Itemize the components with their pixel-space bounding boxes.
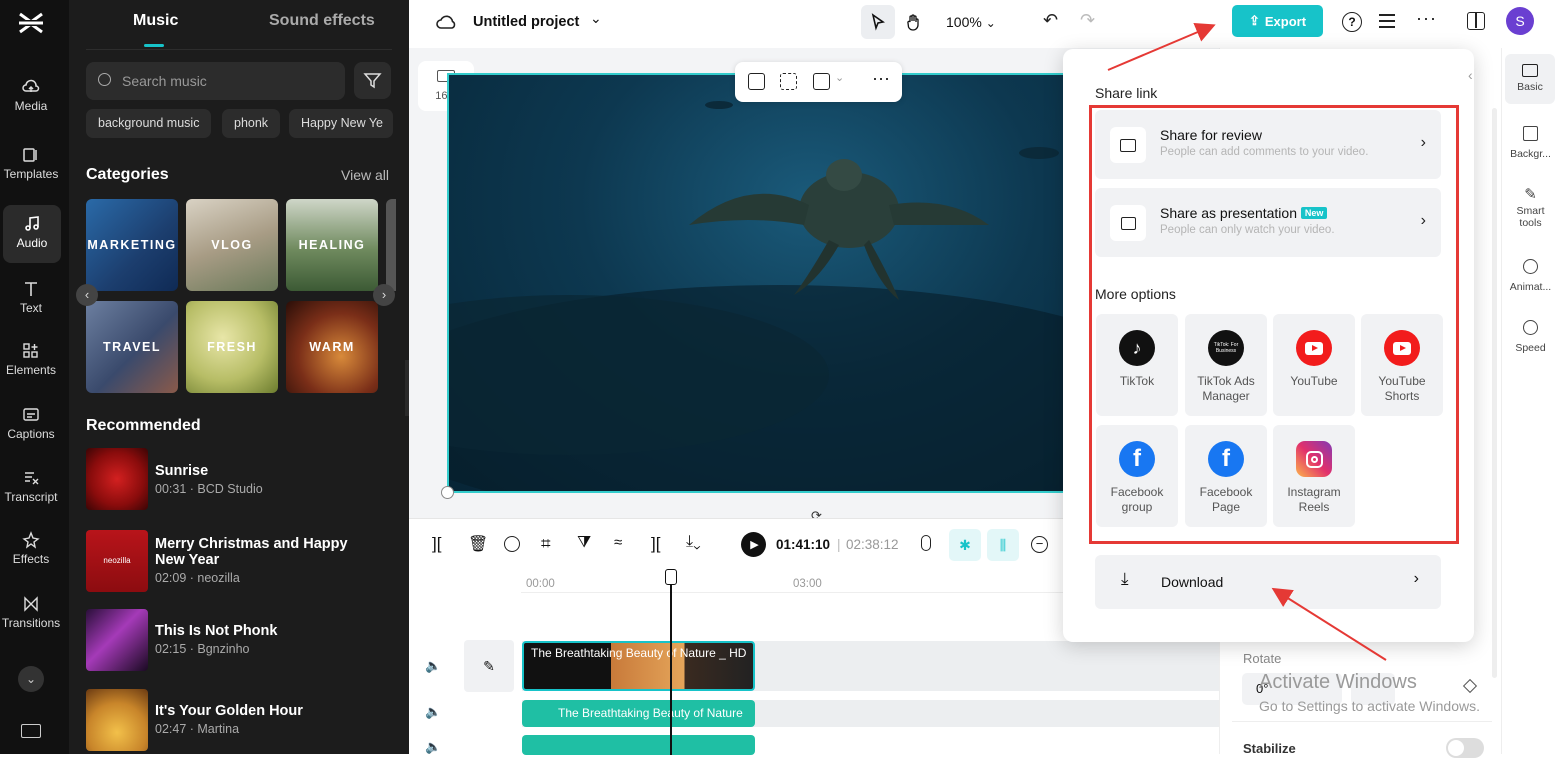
annotation-arrows [1107, 23, 1387, 661]
activate-windows-subtitle: Go to Settings to activate Windows. [1259, 698, 1480, 714]
activate-windows-title: Activate Windows [1259, 671, 1417, 693]
